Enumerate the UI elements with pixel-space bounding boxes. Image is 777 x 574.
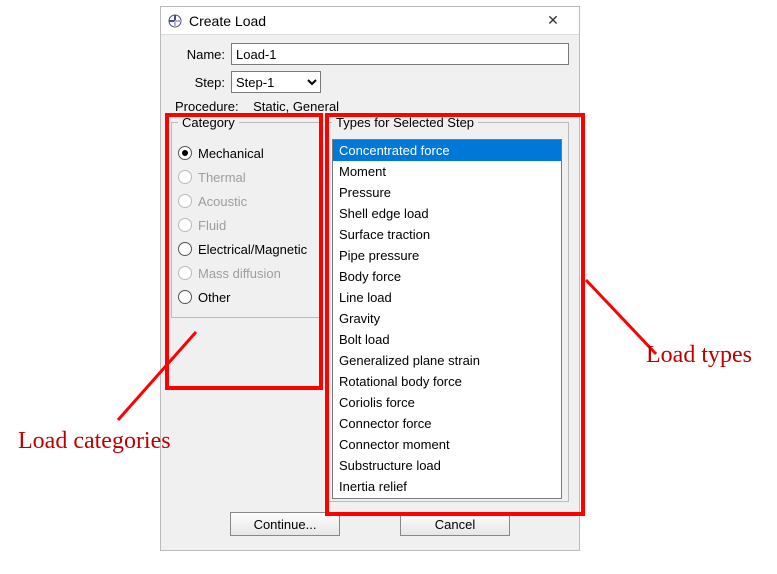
cancel-button[interactable]: Cancel [400, 512, 510, 536]
button-row: Continue... Cancel [171, 502, 569, 546]
radio-icon [178, 290, 192, 304]
category-radio-fluid: Fluid [178, 215, 314, 235]
type-item[interactable]: Shell edge load [333, 203, 561, 224]
category-radio-acoustic: Acoustic [178, 191, 314, 211]
type-item[interactable]: Generalized plane strain [333, 350, 561, 371]
radio-label: Thermal [198, 170, 246, 185]
app-icon [167, 13, 183, 29]
step-select[interactable]: Step-1 [231, 71, 321, 93]
name-row: Name: [171, 43, 569, 65]
annotation-label-types: Load types [646, 342, 752, 369]
step-row: Step: Step-1 [171, 71, 569, 93]
radio-icon [178, 242, 192, 256]
type-item[interactable]: Moment [333, 161, 561, 182]
type-item[interactable]: Body force [333, 266, 561, 287]
procedure-label: Procedure: [175, 99, 239, 114]
radio-icon [178, 194, 192, 208]
type-item[interactable]: Substructure load [333, 455, 561, 476]
radio-icon [178, 146, 192, 160]
step-label: Step: [171, 75, 231, 90]
radio-icon [178, 266, 192, 280]
radio-label: Mechanical [198, 146, 264, 161]
close-icon: ✕ [547, 12, 559, 29]
category-groupbox: Category MechanicalThermalAcousticFluidE… [171, 122, 321, 318]
type-item[interactable]: Connector moment [333, 434, 561, 455]
dialog-body: Name: Step: Step-1 Procedure: Static, Ge… [161, 35, 579, 550]
type-item[interactable]: Inertia relief [333, 476, 561, 497]
types-groupbox: Types for Selected Step Concentrated for… [325, 122, 569, 502]
category-group-title: Category [178, 115, 239, 130]
window-title: Create Load [189, 13, 533, 29]
radio-label: Mass diffusion [198, 266, 281, 281]
types-list[interactable]: Concentrated forceMomentPressureShell ed… [332, 139, 562, 499]
types-group-title: Types for Selected Step [332, 115, 478, 130]
type-item[interactable]: Rotational body force [333, 371, 561, 392]
procedure-row: Procedure: Static, General [175, 99, 569, 114]
type-item[interactable]: Concentrated force [333, 140, 561, 161]
type-item[interactable]: Line load [333, 287, 561, 308]
type-item[interactable]: Connector force [333, 413, 561, 434]
radio-label: Fluid [198, 218, 226, 233]
category-radio-mechanical[interactable]: Mechanical [178, 143, 314, 163]
type-item[interactable]: Coriolis force [333, 392, 561, 413]
type-item[interactable]: Pressure [333, 182, 561, 203]
name-input[interactable] [231, 43, 569, 65]
titlebar: Create Load ✕ [161, 7, 579, 35]
name-label: Name: [171, 47, 231, 62]
main-area: Category Mechanical Thermal Acoustic Fluid E… [171, 118, 569, 502]
radio-label: Acoustic [198, 194, 247, 209]
create-load-dialog: Create Load ✕ Name: Step: Step-1 Procedu… [160, 6, 580, 551]
cancel-button-label: Cancel [435, 517, 475, 532]
procedure-value: Static, General [253, 99, 339, 114]
type-item[interactable]: Bolt load [333, 329, 561, 350]
continue-button[interactable]: Continue... [230, 512, 340, 536]
type-item[interactable]: Gravity [333, 308, 561, 329]
continue-button-label: Continue... [254, 517, 317, 532]
category-radio-mass-diffusion: Mass diffusion [178, 263, 314, 283]
category-box: Category Mechanical Thermal Acoustic Fluid E… [171, 118, 321, 502]
close-button[interactable]: ✕ [533, 7, 573, 35]
category-radio-electrical-magnetic[interactable]: Electrical/Magnetic [178, 239, 314, 259]
annotation-label-categories: Load categories [18, 428, 171, 455]
type-item[interactable]: Pipe pressure [333, 245, 561, 266]
types-box: Types for Selected Step Concentrated for… [325, 118, 569, 502]
radio-icon [178, 218, 192, 232]
type-item[interactable]: Surface traction [333, 224, 561, 245]
radio-label: Electrical/Magnetic [198, 242, 307, 257]
category-radio-other[interactable]: Other [178, 287, 314, 307]
radio-icon [178, 170, 192, 184]
category-radio-thermal: Thermal [178, 167, 314, 187]
radio-label: Other [198, 290, 231, 305]
